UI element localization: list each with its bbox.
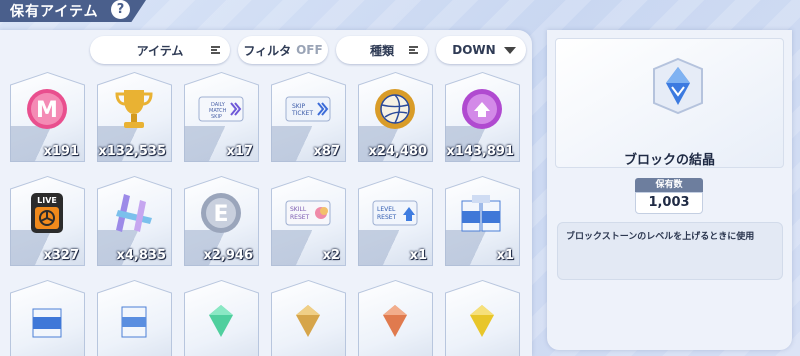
- orange-gem-icon: [370, 294, 420, 340]
- item-detail-panel: ブロックの結晶 保有数 1,003 ブロックストーンのレベルを上げるときに使用: [547, 30, 792, 350]
- list-icon: [211, 46, 220, 54]
- milk-cartons-icon: [457, 190, 507, 236]
- owned-count-label: 保有数: [635, 178, 703, 192]
- category-label: アイテム: [136, 43, 184, 58]
- item-quantity: x1: [496, 248, 514, 263]
- svg-text:E: E: [213, 202, 228, 227]
- skill-reset-ticket-icon: SKILL RESET: [283, 190, 333, 236]
- item-card[interactable]: x24,480: [358, 72, 433, 162]
- item-quantity: x2: [322, 248, 340, 263]
- svg-text:RESET: RESET: [377, 214, 397, 221]
- item-card[interactable]: x1: [445, 176, 520, 266]
- purple-coin-icon: [457, 86, 507, 132]
- item-description-text: ブロックストーンのレベルを上げるときに使用: [566, 232, 755, 242]
- item-quantity: x132,535: [98, 144, 166, 159]
- item-card[interactable]: x143,891: [445, 72, 520, 162]
- live-ticket-icon: LIVE: [22, 190, 72, 236]
- svg-text:SKIP: SKIP: [292, 103, 306, 110]
- m-coin-icon: M: [22, 86, 72, 132]
- item-card[interactable]: [271, 280, 346, 356]
- item-description: ブロックストーンのレベルを上げるときに使用: [557, 222, 783, 280]
- svg-text:LEVEL: LEVEL: [377, 206, 396, 213]
- item-card[interactable]: [10, 280, 85, 356]
- skip-ticket-icon: SKIP TICKET: [283, 86, 333, 132]
- filter-label: フィルタ: [243, 43, 292, 58]
- item-quantity: x4,835: [116, 248, 166, 263]
- level-reset-ticket-icon: LEVEL RESET: [370, 190, 420, 236]
- item-quantity: x327: [43, 248, 79, 263]
- owned-count-value: 1,003: [635, 192, 703, 214]
- item-name: ブロックの結晶: [623, 153, 715, 168]
- item-card[interactable]: LIVE x327: [10, 176, 85, 266]
- e-coin-icon: E: [196, 190, 246, 236]
- item-card[interactable]: SKIP TICKET x87: [271, 72, 346, 162]
- item-card[interactable]: [358, 280, 433, 356]
- svg-text:SKILL: SKILL: [290, 206, 307, 213]
- item-list-panel: アイテム フィルタ OFF 種類 DOWN M x191 x132,535 DA…: [0, 30, 532, 356]
- item-card[interactable]: M x191: [10, 72, 85, 162]
- trophy-icon: [109, 86, 159, 132]
- svg-text:LIVE: LIVE: [37, 196, 57, 205]
- help-icon[interactable]: ?: [111, 0, 130, 19]
- milk-carton-blue-icon: [22, 294, 72, 340]
- volleyball-coin-icon: [370, 86, 420, 132]
- svg-text:SKIP: SKIP: [211, 114, 222, 120]
- item-card[interactable]: x4,835: [97, 176, 172, 266]
- item-card[interactable]: SKILL RESET x2: [271, 176, 346, 266]
- item-card[interactable]: [184, 280, 259, 356]
- daily-match-skip-ticket-icon: DAILY MATCH SKIP: [196, 86, 246, 132]
- item-card[interactable]: x132,535: [97, 72, 172, 162]
- svg-text:M: M: [36, 98, 58, 123]
- item-card[interactable]: [97, 280, 172, 356]
- svg-text:TICKET: TICKET: [291, 110, 313, 117]
- item-card[interactable]: LEVEL RESET x1: [358, 176, 433, 266]
- category-dropdown[interactable]: アイテム: [90, 36, 230, 64]
- item-card[interactable]: E x2,946: [184, 176, 259, 266]
- filter-state: OFF: [296, 43, 323, 57]
- item-quantity: x24,480: [368, 144, 427, 159]
- filter-button[interactable]: フィルタ OFF: [238, 36, 328, 64]
- gold-gem-icon: [283, 294, 333, 340]
- item-quantity: x2,946: [203, 248, 253, 263]
- svg-text:RESET: RESET: [290, 214, 310, 221]
- block-crystal-icon: [649, 57, 707, 115]
- yellow-gem-icon: [457, 294, 507, 340]
- item-quantity: x87: [313, 144, 340, 159]
- crystal-sticks-icon: [109, 190, 159, 236]
- item-detail-card: ブロックの結晶: [555, 38, 784, 168]
- milk-carton-icon: [109, 294, 159, 340]
- filter-bar: アイテム フィルタ OFF 種類 DOWN: [0, 36, 532, 64]
- list-icon: [409, 46, 418, 54]
- sort-key-label: 種類: [369, 43, 394, 58]
- page-title-text: 保有アイテム: [10, 4, 99, 20]
- item-quantity: x1: [409, 248, 427, 263]
- item-card[interactable]: DAILY MATCH SKIP x17: [184, 72, 259, 162]
- sort-order-label: DOWN: [452, 43, 496, 57]
- sort-order-dropdown[interactable]: DOWN: [436, 36, 526, 64]
- item-card[interactable]: [445, 280, 520, 356]
- item-quantity: x191: [43, 144, 79, 159]
- green-gem-icon: [196, 294, 246, 340]
- item-quantity: x17: [226, 144, 253, 159]
- item-quantity: x143,891: [446, 144, 514, 159]
- chevron-down-icon: [504, 47, 516, 54]
- sort-key-dropdown[interactable]: 種類: [336, 36, 428, 64]
